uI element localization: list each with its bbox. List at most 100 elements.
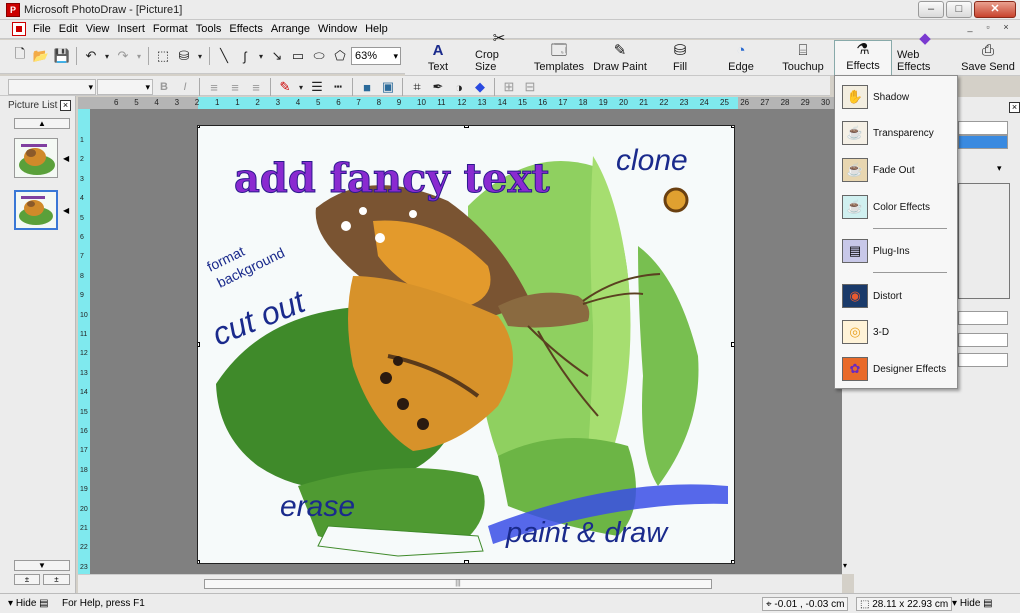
align-center-icon[interactable]: ≡ — [225, 77, 245, 97]
hide-settings-toggle[interactable]: ▾ Hide ▤ — [952, 597, 993, 611]
erase-text[interactable]: erase — [280, 490, 355, 523]
doc-minimize-button[interactable]: _ — [962, 21, 978, 35]
canvas-workspace[interactable]: add fancy text clone format background c… — [90, 109, 842, 574]
save-icon[interactable]: 💾 — [52, 46, 72, 66]
line-icon[interactable]: ╲ — [214, 46, 234, 66]
line-color-dropdown-icon[interactable]: ▾ — [296, 77, 306, 97]
settings-field-3[interactable] — [958, 333, 1008, 347]
menu-insert[interactable]: Insert — [113, 23, 149, 35]
line-weight-icon[interactable]: ☰ — [307, 77, 327, 97]
horizontal-scroll-thumb[interactable]: ||| — [204, 579, 712, 589]
settings-field-1[interactable] — [958, 121, 1008, 135]
settings-field-2[interactable] — [958, 311, 1008, 325]
web-effects-button[interactable]: ◆ Web Effects — [897, 30, 953, 76]
redo-icon[interactable]: ↷ — [113, 46, 133, 66]
menu-item-plug-ins[interactable]: ▤ Plug-Ins — [835, 234, 957, 268]
group-icon[interactable]: ⊞ — [499, 77, 519, 97]
touchup-button[interactable]: ⌸ Touchup — [781, 40, 825, 76]
color-fill-icon[interactable]: ◆ — [470, 77, 490, 97]
scroll-down-icon[interactable]: ▾ — [843, 561, 847, 570]
menu-item-3d[interactable]: ◎ 3-D — [835, 315, 957, 349]
draw-paint-button[interactable]: ✎ Draw Paint — [593, 40, 647, 76]
font-name-select[interactable] — [8, 79, 96, 95]
menu-item-transparency[interactable]: ☕ Transparency — [835, 116, 957, 150]
ungroup-icon[interactable]: ⊟ — [520, 77, 540, 97]
menu-item-color-effects[interactable]: ☕ Color Effects — [835, 190, 957, 224]
picture-thumbnail-2[interactable] — [14, 190, 58, 230]
picture-list-zoom-in[interactable]: ± — [14, 574, 40, 585]
picture-list-scroll-down[interactable]: ▼ — [14, 560, 70, 571]
arrow-icon[interactable]: ↘ — [267, 46, 287, 66]
picture-list-scroll-up[interactable]: ▲ — [14, 118, 70, 129]
align-right-icon[interactable]: ≡ — [246, 77, 266, 97]
clone-text[interactable]: clone — [616, 144, 688, 177]
resize-handle-se[interactable] — [731, 560, 734, 563]
resize-handle-s[interactable] — [464, 560, 469, 563]
font-size-select[interactable] — [97, 79, 153, 95]
align-left-icon[interactable]: ≡ — [204, 77, 224, 97]
resize-handle-w[interactable] — [198, 342, 200, 347]
shadow-icon[interactable]: ■ — [357, 77, 377, 97]
resize-handle-n[interactable] — [464, 126, 469, 128]
menu-format[interactable]: Format — [149, 23, 192, 35]
3d-icon[interactable]: ▣ — [378, 77, 398, 97]
text-button[interactable]: A Text — [415, 40, 461, 76]
fill-dropdown-icon[interactable]: ▾ — [195, 46, 205, 66]
curve-icon[interactable]: ʃ — [235, 46, 255, 66]
crop-tool-icon[interactable]: ⌗ — [407, 77, 427, 97]
undo-icon[interactable]: ↶ — [81, 46, 101, 66]
menu-help[interactable]: Help — [361, 23, 392, 35]
photodraw-app-icon[interactable]: P — [6, 2, 20, 17]
menu-item-fade-out[interactable]: ☕ Fade Out — [835, 153, 957, 187]
picture-artboard[interactable]: add fancy text clone format background c… — [197, 125, 735, 564]
resize-handle-nw[interactable] — [198, 126, 200, 128]
contrast-icon[interactable]: ◑ — [449, 77, 469, 97]
effects-button[interactable]: ⚗ Effects — [834, 40, 892, 76]
minimize-button[interactable]: – — [918, 1, 944, 18]
ellipse-icon[interactable]: ⬭ — [309, 46, 329, 66]
resize-handle-ne[interactable] — [731, 126, 734, 128]
menu-item-designer-effects[interactable]: ✿ Designer Effects — [835, 352, 957, 386]
fancy-text[interactable]: add fancy text — [234, 155, 551, 203]
curve-dropdown-icon[interactable]: ▾ — [256, 46, 266, 66]
settings-field-4[interactable] — [958, 353, 1008, 367]
resize-handle-sw[interactable] — [198, 560, 200, 563]
italic-button[interactable]: I — [175, 77, 195, 97]
save-send-button[interactable]: ⎙ Save Send — [961, 40, 1015, 76]
menu-view[interactable]: View — [82, 23, 114, 35]
menu-effects[interactable]: Effects — [225, 23, 266, 35]
settings-panel-close-button[interactable]: × — [1009, 102, 1020, 113]
hide-picture-list-toggle[interactable]: ▾ Hide ▤ — [8, 597, 49, 611]
fill-button[interactable]: ⛁ Fill — [663, 40, 697, 76]
document-icon[interactable] — [12, 22, 26, 36]
open-icon[interactable]: 📂 — [31, 46, 51, 66]
paint-draw-text[interactable]: paint & draw — [505, 517, 669, 549]
new-icon[interactable]: 🗋 — [10, 46, 30, 66]
settings-preview-box[interactable] — [958, 183, 1010, 299]
settings-highlight-bar[interactable] — [958, 135, 1008, 149]
undo-dropdown-icon[interactable]: ▾ — [102, 46, 112, 66]
fill-bucket-icon[interactable]: ⛁ — [174, 46, 194, 66]
bold-button[interactable]: B — [154, 77, 174, 97]
menu-item-distort[interactable]: ◉ Distort — [835, 279, 957, 313]
settings-dropdown-icon[interactable]: ▾ — [997, 163, 1002, 174]
menu-file[interactable]: File — [29, 23, 55, 35]
line-color-icon[interactable]: ✎ — [275, 77, 295, 97]
doc-close-button[interactable]: × — [998, 21, 1014, 35]
crop-size-button[interactable]: ✂ Crop Size — [475, 30, 523, 76]
maximize-button[interactable]: □ — [946, 1, 972, 18]
select-icon[interactable]: ⬚ — [153, 46, 173, 66]
close-button[interactable]: ✕ — [974, 1, 1016, 18]
menu-edit[interactable]: Edit — [55, 23, 82, 35]
dash-style-icon[interactable]: ┅ — [328, 77, 348, 97]
zoom-select[interactable]: 63% — [351, 47, 401, 65]
doc-restore-button[interactable]: ▫ — [980, 21, 996, 35]
resize-handle-e[interactable] — [731, 342, 734, 347]
rectangle-icon[interactable]: ▭ — [288, 46, 308, 66]
menu-arrange[interactable]: Arrange — [267, 23, 314, 35]
menu-window[interactable]: Window — [314, 23, 361, 35]
horizontal-scrollbar[interactable]: ||| — [78, 574, 842, 593]
autoshape-icon[interactable]: ⬠ — [330, 46, 350, 66]
menu-tools[interactable]: Tools — [192, 23, 226, 35]
menu-item-shadow[interactable]: ✋ Shadow — [835, 80, 957, 114]
